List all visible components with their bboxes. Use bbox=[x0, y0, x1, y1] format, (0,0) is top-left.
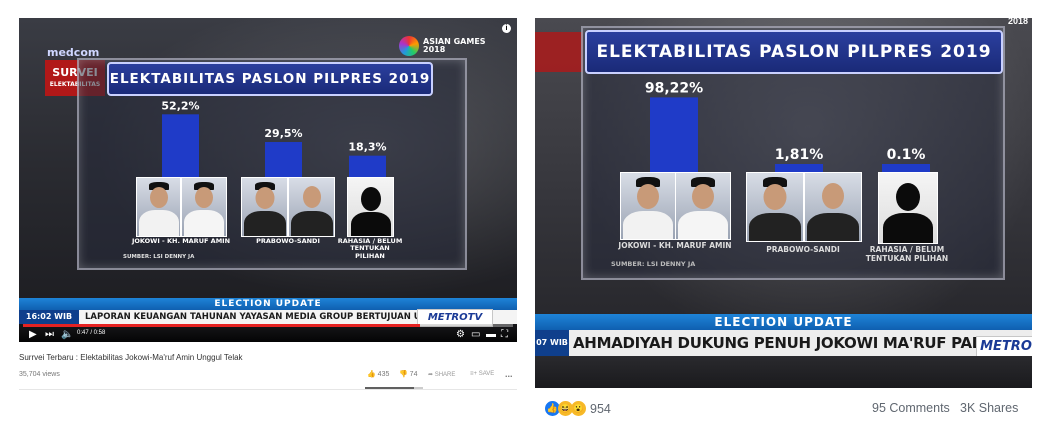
election-update-banner: ELECTION UPDATE bbox=[535, 314, 1032, 330]
label-undecided: RAHASIA / BELUM TENTUKAN PILIHAN bbox=[865, 245, 949, 263]
shares-link[interactable]: 3K Shares bbox=[960, 401, 1018, 415]
bar-0 bbox=[650, 97, 698, 174]
label-undecided: RAHASIA / BELUM TENTUKAN PILIHAN bbox=[337, 237, 403, 260]
photo-prabowo bbox=[746, 172, 804, 242]
share-icon: ➦ bbox=[428, 372, 434, 378]
meta-divider bbox=[19, 389, 517, 390]
chart-source: SUMBER: LSI DENNY JA bbox=[123, 254, 195, 260]
dislike-button[interactable]: 👎 74 bbox=[399, 370, 417, 378]
bar-value-label-2: 0.1% bbox=[887, 147, 926, 163]
save-icon: ≡+ bbox=[470, 371, 478, 377]
progress-fill bbox=[23, 324, 420, 327]
bottom-strip bbox=[535, 356, 1032, 388]
play-icon[interactable]: ▶ bbox=[29, 329, 37, 341]
bar-value-label-0: 98,22% bbox=[645, 80, 703, 96]
bar-1 bbox=[265, 142, 302, 178]
bar-value-label-0: 52,2% bbox=[161, 99, 199, 112]
like-button[interactable]: 👍 435 bbox=[367, 370, 389, 378]
reactions-bar[interactable]: 👍 😆 😮 954 bbox=[545, 401, 611, 416]
bar-value-label-2: 18,3% bbox=[348, 141, 386, 154]
like-count: 435 bbox=[377, 371, 390, 378]
ticker-text: LAPORAN KEUANGAN TAHUNAN YAYASAN MEDIA G… bbox=[85, 312, 428, 322]
chart-source: SUMBER: LSI DENNY JA bbox=[611, 260, 696, 268]
progress-bar[interactable] bbox=[23, 324, 513, 327]
photo-sandiaga bbox=[804, 172, 862, 242]
bar-2 bbox=[349, 155, 386, 178]
left-video-player[interactable]: SURVEI ELEKTABILITAS medcom ASIAN GAMES … bbox=[19, 18, 517, 342]
ticker-time: 16:02 WIB bbox=[19, 310, 79, 324]
bar-0 bbox=[162, 114, 199, 178]
news-ticker: 07 WIB AHMADIYAH DUKUNG PENUH JOKOWI MA'… bbox=[535, 330, 1032, 356]
settings-icon[interactable]: ⚙ bbox=[456, 329, 465, 341]
fullscreen-icon[interactable]: ⛶ bbox=[501, 329, 508, 341]
photo-jokowi bbox=[620, 172, 676, 240]
miniplayer-icon[interactable]: ▭ bbox=[471, 329, 480, 341]
thumbs-up-icon: 👍 bbox=[367, 371, 376, 378]
wow-reaction-icon: 😮 bbox=[571, 401, 586, 416]
theater-icon[interactable]: ▬ bbox=[486, 329, 496, 341]
right-video-frame: 2018 ELEKTABILITAS PASLON PILPRES 2019 9… bbox=[535, 18, 1032, 388]
video-title[interactable]: Surrvei Terbaru : Elektabilitas Jokowi-M… bbox=[19, 353, 243, 362]
label-prabowo-sandi: PRABOWO-SANDI bbox=[256, 237, 320, 245]
photo-maruf-amin bbox=[181, 177, 227, 237]
thumbs-down-icon: 👎 bbox=[399, 371, 408, 378]
bar-value-label-1: 29,5% bbox=[264, 127, 302, 140]
label-prabowo-sandi: PRABOWO-SANDI bbox=[766, 245, 840, 254]
photo-sandiaga bbox=[288, 177, 335, 237]
bar-value-label-1: 1,81% bbox=[775, 147, 824, 163]
photo-prabowo bbox=[241, 177, 288, 237]
metrotv-logo: METRO bbox=[976, 336, 1032, 358]
reactions-count: 954 bbox=[590, 401, 611, 416]
ticker-text: AHMADIYAH DUKUNG PENUH JOKOWI MA'RUF PAD… bbox=[573, 334, 1032, 352]
share-button[interactable]: ➦ SHARE bbox=[428, 371, 455, 378]
share-label: SHARE bbox=[434, 372, 456, 378]
photo-undecided-silhouette bbox=[347, 177, 394, 237]
photo-undecided-silhouette bbox=[878, 172, 938, 244]
save-label: SAVE bbox=[478, 371, 495, 377]
save-button[interactable]: ≡+ SAVE bbox=[470, 371, 494, 377]
video-views: 35,704 views bbox=[19, 371, 60, 378]
photo-maruf-amin bbox=[675, 172, 731, 240]
volume-icon[interactable]: 🔈 bbox=[61, 329, 73, 341]
dislike-count: 74 bbox=[409, 371, 418, 378]
photo-jokowi bbox=[136, 177, 181, 237]
next-icon[interactable]: ⏭ bbox=[45, 329, 54, 341]
label-jokowi-maruf: JOKOWI - KH. MARUF AMIN bbox=[131, 237, 231, 245]
comments-link[interactable]: 95 Comments bbox=[872, 401, 950, 415]
label-jokowi-maruf: JOKOWI - KH. MARUF AMIN bbox=[618, 241, 732, 250]
more-button[interactable]: ... bbox=[505, 369, 513, 379]
ticker-time: 07 WIB bbox=[535, 330, 569, 356]
player-time: 0:47 / 0:58 bbox=[77, 330, 106, 336]
